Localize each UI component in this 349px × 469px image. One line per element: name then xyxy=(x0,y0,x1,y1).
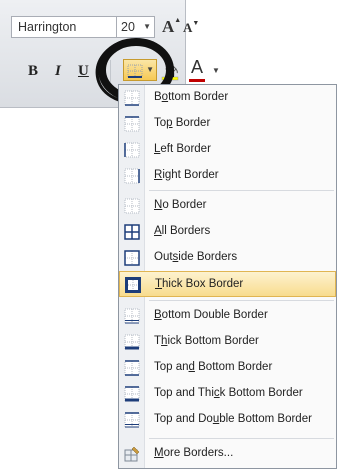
borders-button[interactable]: ▼ xyxy=(123,59,157,81)
menu-item-thick-box-border[interactable]: Thick Box Border xyxy=(119,271,336,297)
menu-item-access-key: T xyxy=(155,278,163,290)
menu-item-label-part: hick Box Border xyxy=(162,278,244,290)
menu-item-right-border[interactable]: Right Border xyxy=(119,163,336,189)
menu-item-label-part: Out xyxy=(154,251,173,263)
menu-item-label: Top and Bottom Border xyxy=(154,361,272,373)
menu-item-bottom-border[interactable]: Bottom Border xyxy=(119,85,336,111)
font-color-button[interactable]: A xyxy=(189,57,205,82)
shrink-font-label: A xyxy=(183,20,193,35)
outside-borders-icon xyxy=(124,250,140,266)
menu-item-outside-borders[interactable]: Outside Borders xyxy=(119,245,336,271)
menu-item-thick-bottom-border[interactable]: Thick Bottom Border xyxy=(119,329,336,355)
more-borders-icon xyxy=(124,446,140,462)
menu-item-label: All Borders xyxy=(154,225,210,237)
menu-item-label: Thick Box Border xyxy=(155,278,243,290)
no-border-icon xyxy=(124,198,140,214)
menu-item-label: Bottom Border xyxy=(154,91,228,103)
bottom-border-icon xyxy=(124,90,140,106)
menu-item-label-part: ight Border xyxy=(162,169,219,181)
menu-item-top-and-thick-bottom-border[interactable]: Top and Thick Bottom Border xyxy=(119,381,336,407)
menu-item-top-and-double-bottom-border[interactable]: Top and Double Bottom Border xyxy=(119,407,336,433)
grow-font-label: A xyxy=(162,17,175,36)
thick-box-border-icon xyxy=(125,277,141,293)
shrink-font-button[interactable]: A▼ xyxy=(183,20,199,40)
menu-item-no-border[interactable]: No Border xyxy=(119,193,336,219)
menu-item-left-border[interactable]: Left Border xyxy=(119,137,336,163)
menu-item-all-borders[interactable]: All Borders xyxy=(119,219,336,245)
menu-item-label: Left Border xyxy=(154,143,211,155)
chevron-down-icon: ▼ xyxy=(143,22,151,31)
caret-up-icon: ▲ xyxy=(174,17,182,24)
all-borders-icon xyxy=(124,224,140,240)
menu-item-label-part: ll Borders xyxy=(161,225,211,237)
menu-item-label: Bottom Double Border xyxy=(154,309,268,321)
menu-item-label-part: ick Bottom Border xyxy=(167,335,259,347)
top-and-thick-bottom-border-icon xyxy=(124,386,140,402)
menu-separator xyxy=(149,190,334,191)
menu-item-label: Top and Double Bottom Border xyxy=(154,413,312,425)
italic-button[interactable]: I xyxy=(55,60,61,82)
menu-item-label-part: Top and Do xyxy=(154,413,213,425)
borders-menu: Bottom Border Top Border Left Border Right … xyxy=(118,84,337,469)
top-and-bottom-border-icon xyxy=(124,360,140,376)
separator xyxy=(110,60,111,82)
menu-item-label: Top Border xyxy=(154,117,210,129)
top-border-icon xyxy=(124,116,140,132)
right-border-icon xyxy=(124,168,140,184)
font-name-value: Harrington xyxy=(18,20,77,34)
top-and-double-bottom-border-icon xyxy=(124,412,140,428)
menu-item-access-key: B xyxy=(154,309,162,321)
menu-item-label: Thick Bottom Border xyxy=(154,335,259,347)
menu-item-label-part: ottom Double Border xyxy=(161,309,268,321)
font-size-combo[interactable]: 20 ▼ xyxy=(117,16,155,38)
font-size-value: 20 xyxy=(121,20,135,34)
menu-item-label-part: Border xyxy=(172,117,211,129)
bottom-double-border-icon xyxy=(124,308,140,324)
bottom-border-icon xyxy=(127,64,143,78)
chevron-down-icon: ▼ xyxy=(146,65,154,74)
menu-separator xyxy=(149,300,334,301)
menu-item-label-part: eft Border xyxy=(160,143,211,155)
menu-item-label-part: k Bottom Border xyxy=(219,387,303,399)
underline-button[interactable]: U xyxy=(78,60,89,82)
menu-item-label-part: Bottom Border xyxy=(194,361,273,373)
menu-item-label-part: Top an xyxy=(154,361,189,373)
menu-item-label: No Border xyxy=(154,199,206,211)
menu-item-label-part: ide Borders xyxy=(178,251,238,263)
fill-color-button[interactable] xyxy=(161,60,185,82)
menu-item-label-part: B xyxy=(154,91,162,103)
font-name-combo[interactable]: Harrington xyxy=(11,16,117,38)
menu-item-more-borders[interactable]: More Borders... xyxy=(119,441,336,467)
bold-button[interactable]: B xyxy=(28,60,38,82)
menu-item-bottom-double-border[interactable]: Bottom Double Border xyxy=(119,303,336,329)
menu-item-access-key: M xyxy=(154,447,164,459)
caret-down-icon: ▼ xyxy=(192,20,200,27)
font-color-dropdown-icon[interactable]: ▼ xyxy=(212,66,220,75)
menu-item-label-part: To xyxy=(154,117,167,129)
menu-separator xyxy=(149,438,334,439)
menu-item-label-part: Top and Thi xyxy=(154,387,214,399)
thick-bottom-border-icon xyxy=(124,334,140,350)
paint-bucket-icon xyxy=(161,63,179,81)
menu-item-label-part: o Border xyxy=(162,199,207,211)
underline-dropdown-icon[interactable]: ▼ xyxy=(95,66,103,75)
menu-item-top-border[interactable]: Top Border xyxy=(119,111,336,137)
menu-item-label: Top and Thick Bottom Border xyxy=(154,387,303,399)
menu-item-label: More Borders... xyxy=(154,447,233,459)
font-color-swatch xyxy=(189,79,205,82)
menu-item-access-key: A xyxy=(154,225,162,237)
menu-item-label-part: ore Borders... xyxy=(163,447,234,459)
left-border-icon xyxy=(124,142,140,158)
menu-item-label-part: T xyxy=(154,335,162,347)
menu-item-label: Outside Borders xyxy=(154,251,237,263)
menu-item-label-part: ble Bottom Border xyxy=(219,413,312,425)
menu-item-label: Right Border xyxy=(154,169,219,181)
menu-item-top-and-bottom-border[interactable]: Top and Bottom Border xyxy=(119,355,336,381)
menu-item-label-part: ttom Border xyxy=(168,91,229,103)
grow-font-button[interactable]: A▲ xyxy=(162,17,181,37)
font-color-label: A xyxy=(191,57,204,77)
